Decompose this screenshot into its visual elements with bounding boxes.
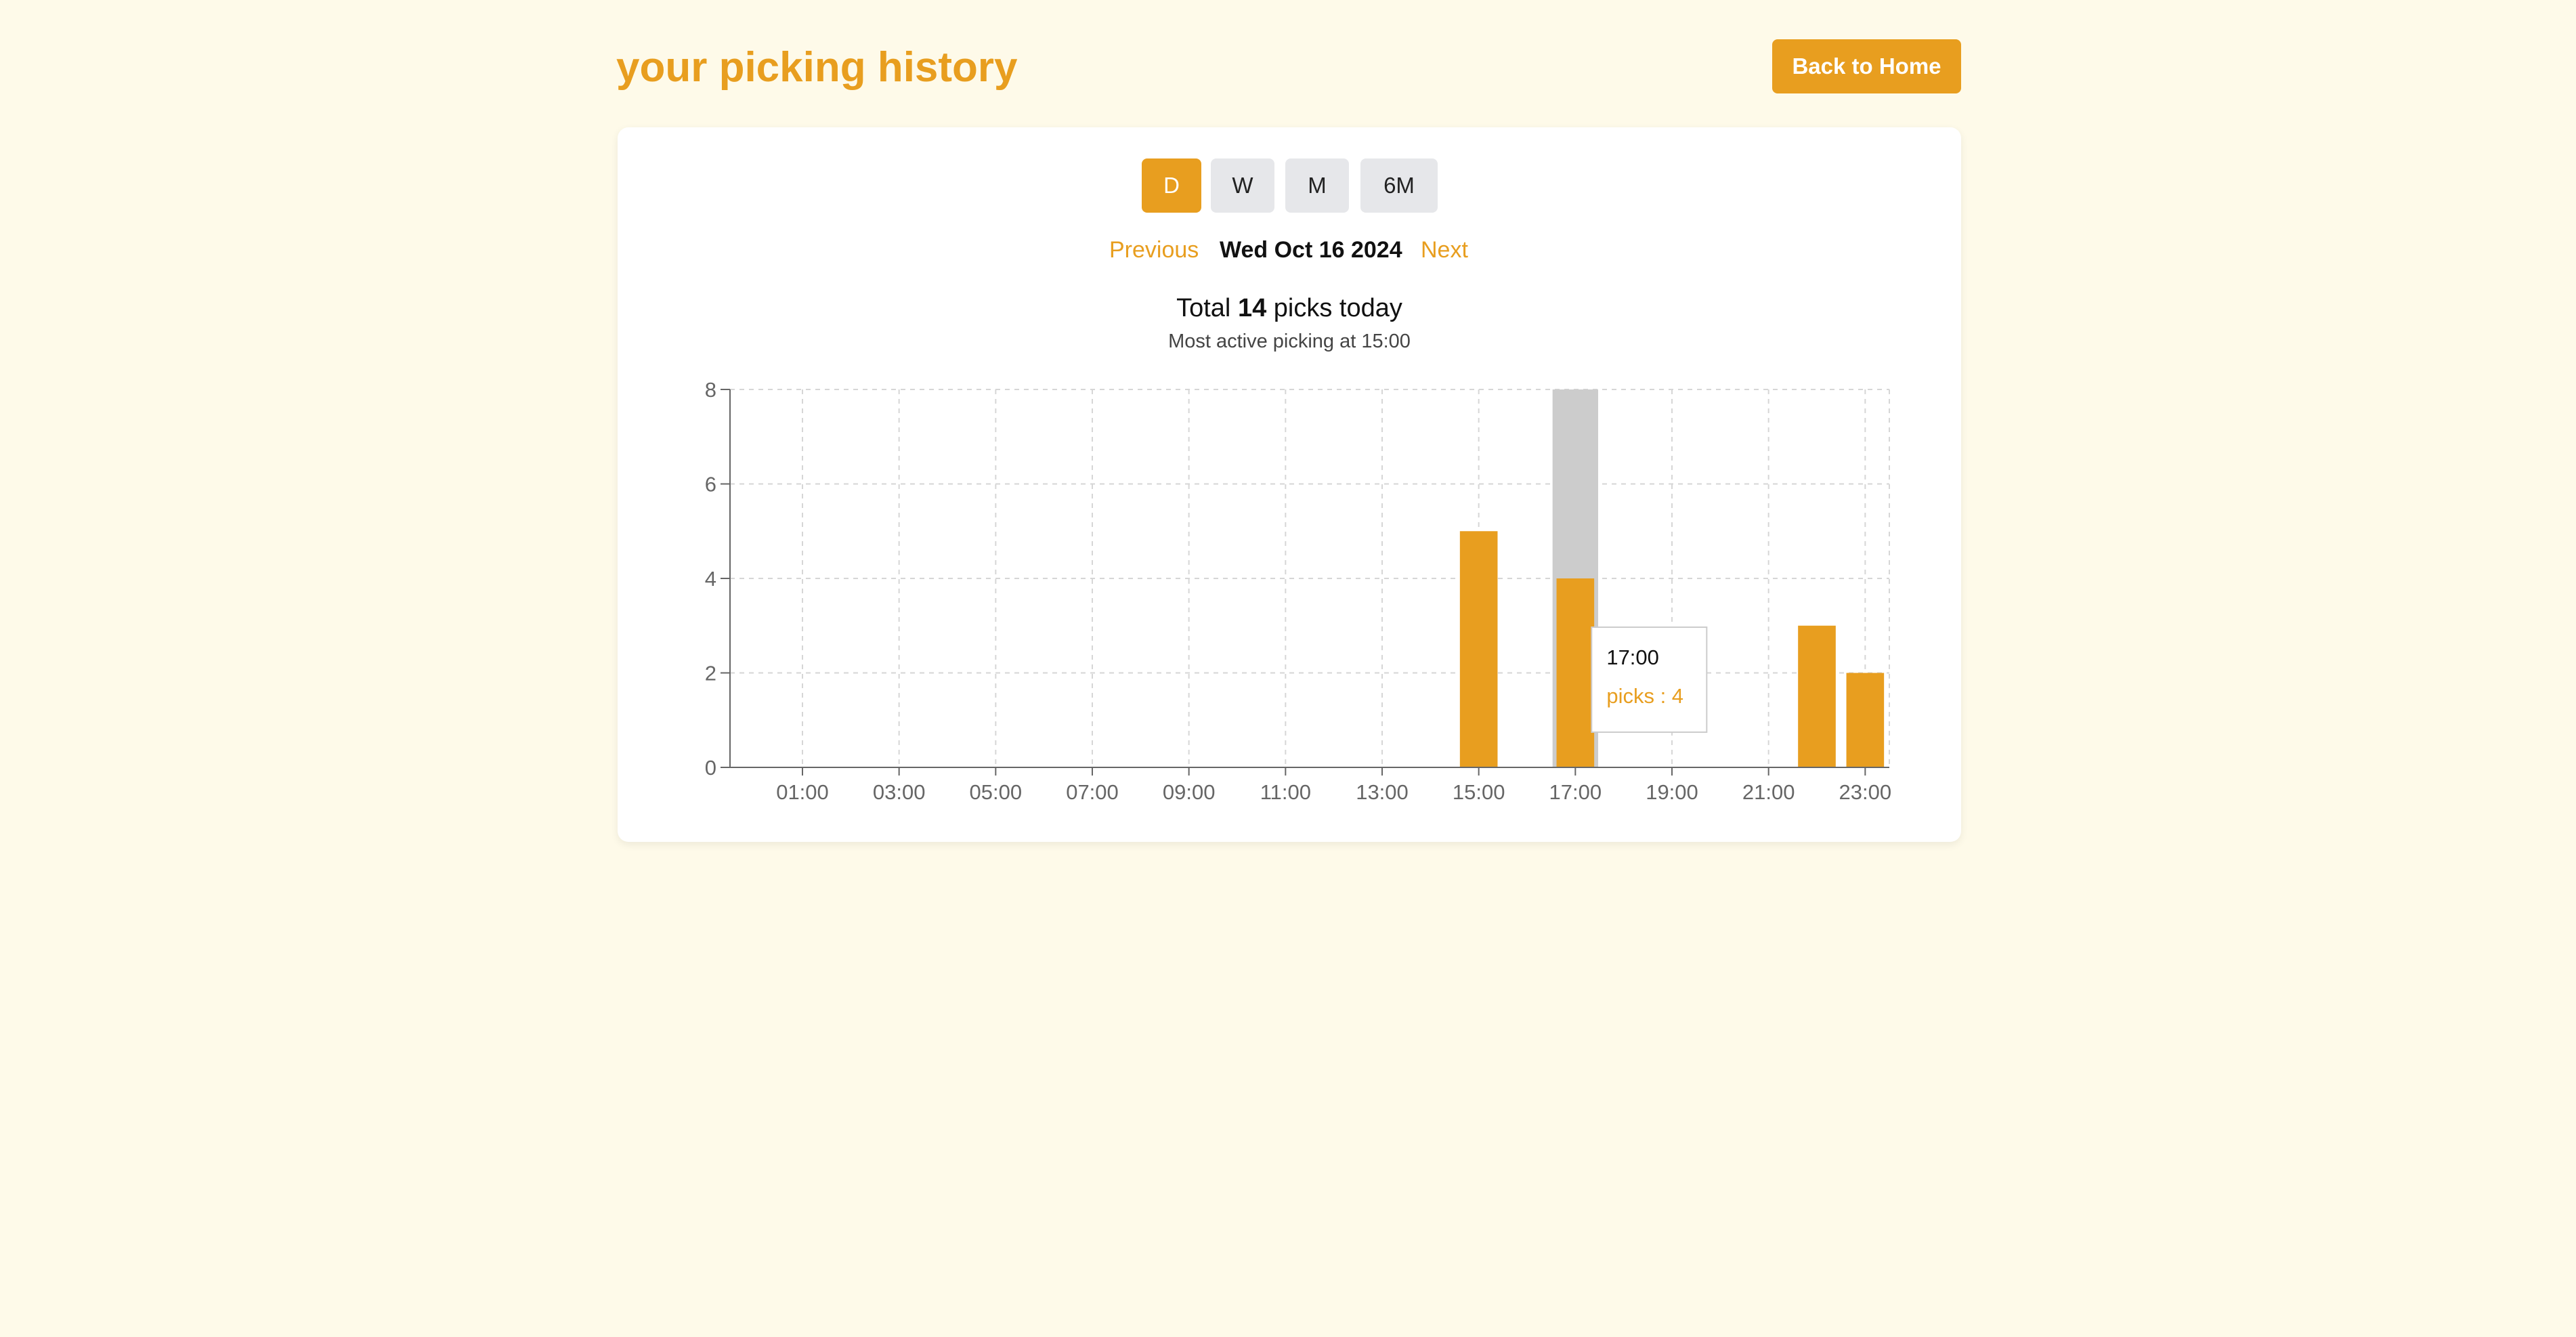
picks-bar-chart: 0 2 4 6 8 01:00 03:00 05:00 07:00 09:00 11:00 13:00…: [705, 378, 1892, 804]
tooltip-box: [1591, 627, 1708, 733]
bar: [1556, 578, 1595, 767]
x-tick-label: 19:00: [1646, 780, 1698, 804]
back-to-home-button[interactable]: Back to Home: [1772, 39, 1961, 93]
history-card: D W M 6M Previous Wed Oct 16 2024 Next T…: [618, 127, 1961, 842]
x-tick-label: 15:00: [1453, 780, 1505, 804]
page-title: your picking history: [616, 44, 1018, 91]
x-tick-label: 01:00: [776, 780, 829, 804]
y-tick-label: 8: [705, 378, 716, 402]
chart-tooltip: 17:00 picks : 4: [1591, 627, 1708, 733]
y-tick-label: 4: [705, 567, 716, 591]
y-tick-label: 2: [705, 662, 716, 685]
bar: [1846, 673, 1885, 767]
x-tick-label: 03:00: [873, 780, 926, 804]
y-tick-label: 0: [705, 756, 716, 780]
tooltip-value: picks : 4: [1606, 684, 1683, 708]
x-tick-label: 17:00: [1549, 780, 1602, 804]
x-tick-label: 21:00: [1742, 780, 1795, 804]
bar: [1798, 625, 1836, 767]
y-tick-label: 6: [705, 473, 716, 496]
x-tick-label: 05:00: [970, 780, 1023, 804]
x-tick-label: 07:00: [1066, 780, 1119, 804]
tooltip-label: 17:00: [1606, 645, 1659, 669]
x-tick-label: 13:00: [1356, 780, 1409, 804]
x-tick-label: 23:00: [1839, 780, 1892, 804]
x-tick-label: 09:00: [1163, 780, 1216, 804]
x-tick-label: 11:00: [1260, 780, 1311, 804]
bar: [1459, 531, 1498, 767]
